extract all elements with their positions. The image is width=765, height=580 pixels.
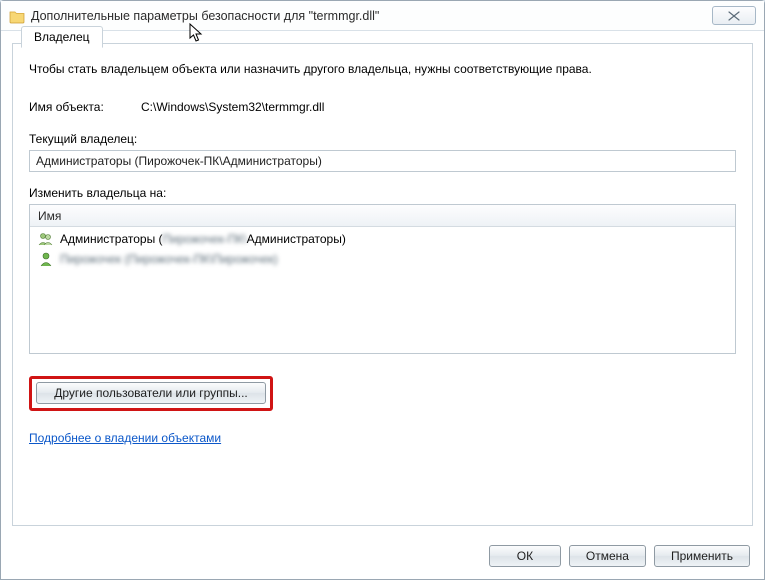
- tab-panel: Владелец Чтобы стать владельцем объекта …: [12, 43, 753, 526]
- folder-icon: [9, 8, 25, 24]
- dialog-footer: ОК Отмена Применить: [489, 545, 750, 567]
- tab-strip: Владелец: [21, 25, 103, 47]
- window-title: Дополнительные параметры безопасности дл…: [31, 9, 712, 23]
- list-body: Администраторы (Пирожочек-ПК\Администрат…: [30, 227, 735, 271]
- cancel-button[interactable]: Отмена: [569, 545, 646, 567]
- list-header[interactable]: Имя: [30, 205, 735, 227]
- list-header-name: Имя: [38, 209, 61, 223]
- object-name-row: Имя объекта: C:\Windows\System32\termmgr…: [29, 100, 736, 114]
- list-item[interactable]: Пирожочек (Пирожочек-ПК\Пирожочек): [30, 249, 735, 269]
- tab-owner[interactable]: Владелец: [21, 26, 103, 48]
- user-icon: [38, 251, 54, 267]
- apply-button[interactable]: Применить: [654, 545, 750, 567]
- object-name-value: C:\Windows\System32\termmgr.dll: [141, 100, 324, 114]
- learn-more-link[interactable]: Подробнее о владении объектами: [29, 431, 221, 445]
- current-owner-field[interactable]: [29, 150, 736, 172]
- title-bar: Дополнительные параметры безопасности дл…: [1, 1, 764, 31]
- owner-listview[interactable]: Имя Администраторы (: [29, 204, 736, 354]
- ok-button[interactable]: ОК: [489, 545, 561, 567]
- tab-body: Чтобы стать владельцем объекта или назна…: [13, 44, 752, 457]
- dialog-window: Дополнительные параметры безопасности дл…: [0, 0, 765, 580]
- other-users-button[interactable]: Другие пользователи или группы...: [36, 382, 266, 404]
- tab-label: Владелец: [34, 30, 90, 44]
- change-owner-label: Изменить владельца на:: [29, 186, 736, 200]
- list-item[interactable]: Администраторы (Пирожочек-ПК\Администрат…: [30, 229, 735, 249]
- list-item-text: Администраторы (Пирожочек-ПК\Администрат…: [60, 232, 346, 246]
- object-name-label: Имя объекта:: [29, 100, 141, 114]
- close-icon: [727, 11, 741, 21]
- highlight-box: Другие пользователи или группы...: [29, 376, 273, 411]
- close-button[interactable]: [712, 6, 756, 25]
- current-owner-label: Текущий владелец:: [29, 132, 736, 146]
- intro-text: Чтобы стать владельцем объекта или назна…: [29, 62, 736, 76]
- group-icon: [38, 231, 54, 247]
- list-item-text: Пирожочек (Пирожочек-ПК\Пирожочек): [60, 252, 278, 266]
